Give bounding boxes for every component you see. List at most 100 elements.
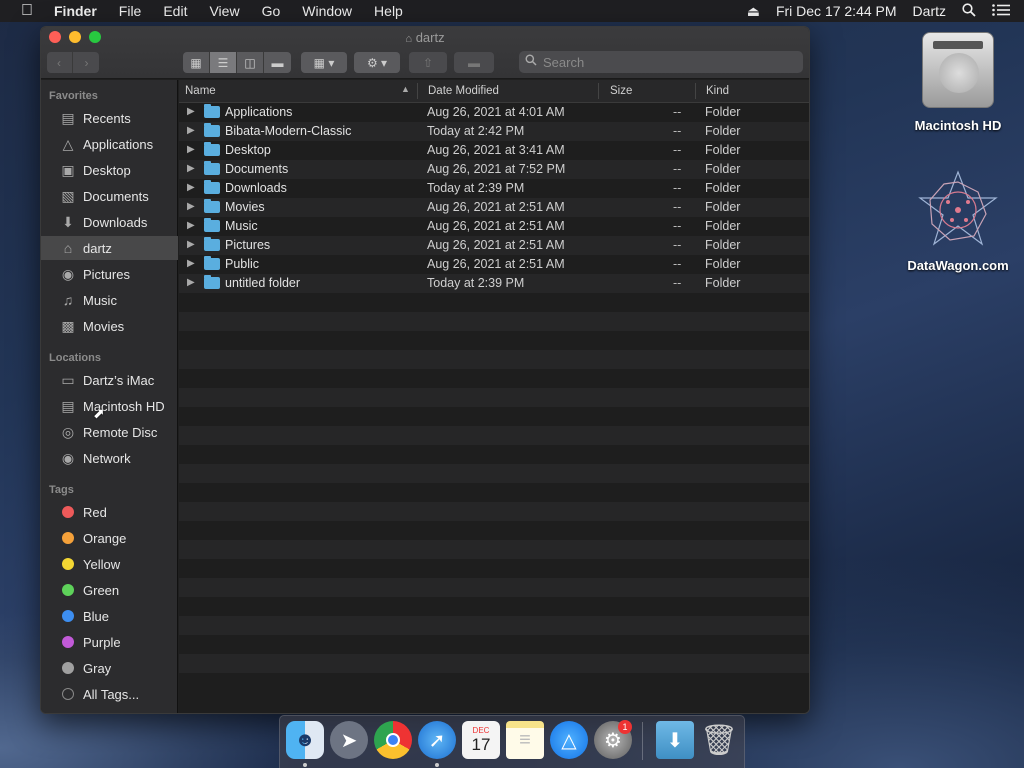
sidebar-item-desktop[interactable]: ▣ Desktop [41, 158, 178, 182]
file-row-desktop[interactable]: ▶ Desktop Aug 26, 2021 at 3:41 AM -- Folder [179, 141, 809, 160]
search-input[interactable] [543, 54, 783, 70]
disclosure-triangle-icon[interactable]: ▶ [187, 277, 195, 288]
hard-drive-icon [922, 32, 994, 108]
applications-icon: △ [62, 135, 74, 152]
column-header-date[interactable]: Date Modified [428, 85, 499, 97]
sidebar-tag-gray[interactable]: Gray [41, 656, 178, 680]
menu-file[interactable]: File [108, 3, 153, 19]
film-icon: ▩ [61, 317, 75, 334]
disclosure-triangle-icon[interactable]: ▶ [187, 163, 195, 174]
gear-icon: ⚙ ▾ [366, 55, 388, 70]
sidebar-item-movies[interactable]: ▩ Movies [41, 314, 178, 338]
dock-finder[interactable]: ☻ [286, 721, 324, 759]
sidebar-item-recents[interactable]: ▤ Recents [41, 106, 178, 130]
desktop-icon-datawagon[interactable]: DataWagon.com [897, 168, 1019, 273]
dock-chrome[interactable] [374, 721, 412, 759]
disclosure-triangle-icon[interactable]: ▶ [187, 239, 195, 250]
action-button[interactable]: ⚙ ▾ [354, 52, 400, 73]
disclosure-triangle-icon[interactable]: ▶ [187, 106, 195, 117]
sidebar-tag-purple[interactable]: Purple [41, 630, 178, 654]
user-menu[interactable]: Dartz [913, 3, 946, 19]
group-button[interactable]: ▦ ▾ [301, 52, 347, 73]
list-view-button[interactable]: ☰ [210, 52, 237, 73]
sidebar-tag-red[interactable]: Red [41, 500, 178, 524]
disclosure-triangle-icon[interactable]: ▶ [187, 182, 195, 193]
sidebar-item-music[interactable]: ♫ Music [41, 288, 178, 312]
file-row-movies[interactable]: ▶ Movies Aug 26, 2021 at 2:51 AM -- Folder [179, 198, 809, 217]
sidebar-tag-blue[interactable]: Blue [41, 604, 178, 628]
sidebar-item-macintosh-hd[interactable]: ▤ Macintosh HD [41, 394, 178, 418]
notification-center-icon[interactable] [992, 3, 1010, 19]
file-row-music[interactable]: ▶ Music Aug 26, 2021 at 2:51 AM -- Folder [179, 217, 809, 236]
menu-view[interactable]: View [198, 3, 250, 19]
clock-text[interactable]: Fri Dec 17 2:44 PM [776, 3, 897, 19]
sidebar-item-documents[interactable]: ▧ Documents [41, 184, 178, 208]
apple-menu-icon[interactable]:  [0, 2, 54, 20]
disclosure-triangle-icon[interactable]: ▶ [187, 201, 195, 212]
back-button[interactable]: ‹ [46, 52, 73, 73]
empty-row [179, 407, 809, 426]
sidebar-item-downloads[interactable]: ⬇ Downloads [41, 210, 178, 234]
disclosure-triangle-icon[interactable]: ▶ [187, 258, 195, 269]
sidebar-tag-orange[interactable]: Orange [41, 526, 178, 550]
file-row-documents[interactable]: ▶ Documents Aug 26, 2021 at 7:52 PM -- Folde… [179, 160, 809, 179]
file-date: Today at 2:39 PM [427, 276, 525, 290]
gallery-view-button[interactable]: ▬ [264, 52, 291, 73]
disclosure-triangle-icon[interactable]: ▶ [187, 144, 195, 155]
file-kind: Folder [705, 257, 741, 271]
file-date: Aug 26, 2021 at 2:51 AM [427, 257, 565, 271]
file-size: -- [673, 181, 682, 195]
dock-launchpad[interactable]: ➤ [330, 721, 368, 759]
sidebar-item-imac[interactable]: ▭ Dartz’s iMac [41, 368, 178, 392]
empty-row [179, 559, 809, 578]
file-row-public[interactable]: ▶ Public Aug 26, 2021 at 2:51 AM -- Folder [179, 255, 809, 274]
sidebar-item-remote-disc[interactable]: ◎ Remote Disc [41, 420, 178, 444]
menu-help[interactable]: Help [363, 3, 414, 19]
dock-app-store[interactable]: △ [550, 721, 588, 759]
dock-calendar[interactable]: DEC 17 [462, 721, 500, 759]
sidebar-tag-green[interactable]: Green [41, 578, 178, 602]
desktop-icon-macintosh-hd[interactable]: Macintosh HD [905, 32, 1011, 133]
sidebar-item-dartz[interactable]: ⌂ dartz [41, 236, 178, 260]
dock-downloads-stack[interactable]: ⬇ [656, 721, 694, 759]
column-header-name[interactable]: Name [185, 85, 216, 97]
dock-notes[interactable]: ≡ [506, 721, 544, 759]
menu-go[interactable]: Go [251, 3, 292, 19]
icon-view-button[interactable]: ▦ [183, 52, 210, 73]
forward-button[interactable]: › [73, 52, 100, 73]
back-forward-buttons: ‹ › [47, 52, 99, 73]
download-folder-icon: ⬇ [666, 729, 684, 752]
spotlight-search-icon[interactable] [962, 2, 976, 20]
tags-button[interactable]: ▬ [454, 52, 494, 73]
sidebar-item-pictures[interactable]: ◉ Pictures [41, 262, 178, 286]
share-button[interactable]: ⇧ [409, 52, 447, 73]
file-row-untitled-folder[interactable]: ▶ untitled folder Today at 2:39 PM -- Folder [179, 274, 809, 293]
search-field[interactable] [519, 51, 803, 73]
column-header-size[interactable]: Size [610, 85, 632, 97]
menu-edit[interactable]: Edit [152, 3, 198, 19]
dock-trash[interactable]: 🗑 [700, 721, 738, 759]
trash-icon: 🗑 [699, 723, 739, 757]
file-row-downloads[interactable]: ▶ Downloads Today at 2:39 PM -- Folder [179, 179, 809, 198]
file-size: -- [673, 219, 682, 233]
file-size: -- [673, 105, 682, 119]
column-header-kind[interactable]: Kind [706, 85, 729, 97]
empty-row [179, 312, 809, 331]
sidebar-tag-yellow[interactable]: Yellow [41, 552, 178, 576]
file-name: Desktop [225, 143, 271, 157]
eject-icon[interactable]: ⏏ [747, 3, 760, 20]
mouse-pointer-icon: ⬈ [93, 405, 105, 421]
sidebar-item-network[interactable]: ◉ Network [41, 446, 178, 470]
file-row-pictures[interactable]: ▶ Pictures Aug 26, 2021 at 2:51 AM -- Folder [179, 236, 809, 255]
sidebar-all-tags[interactable]: All Tags... [41, 682, 178, 706]
menu-window[interactable]: Window [291, 3, 363, 19]
sidebar-item-applications[interactable]: △ Applications [41, 132, 178, 156]
column-view-button[interactable]: ◫ [237, 52, 264, 73]
menu-finder[interactable]: Finder [54, 3, 108, 19]
file-row-bibata-modern-classic[interactable]: ▶ Bibata-Modern-Classic Today at 2:42 PM --… [179, 122, 809, 141]
disclosure-triangle-icon[interactable]: ▶ [187, 220, 195, 231]
dock-safari[interactable]: ➚ [418, 721, 456, 759]
file-row-applications[interactable]: ▶ Applications Aug 26, 2021 at 4:01 AM -- Fo… [179, 103, 809, 122]
calendar-month: DEC [472, 726, 490, 735]
disclosure-triangle-icon[interactable]: ▶ [187, 125, 195, 136]
